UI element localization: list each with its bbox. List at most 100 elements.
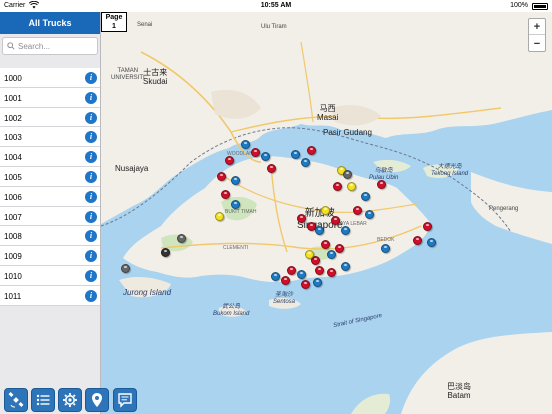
truck-marker[interactable]	[313, 278, 322, 287]
truck-marker[interactable]	[177, 234, 186, 243]
truck-id: 1011	[4, 291, 22, 301]
truck-marker[interactable]	[331, 216, 340, 225]
list-icon	[36, 394, 50, 406]
truck-marker[interactable]	[297, 214, 306, 223]
truck-marker[interactable]	[281, 276, 290, 285]
page-control[interactable]: Page 1	[101, 12, 127, 32]
info-icon[interactable]: i	[85, 230, 97, 243]
map-label-clementi: CLEMENTI	[223, 245, 249, 251]
satellite-button[interactable]	[4, 388, 28, 412]
settings-button[interactable]	[58, 388, 82, 412]
truck-marker[interactable]	[365, 210, 374, 219]
truck-id: 1004	[4, 153, 22, 163]
truck-row[interactable]: 1008 i	[0, 226, 100, 247]
search-icon	[7, 42, 15, 50]
list-button[interactable]	[31, 388, 55, 412]
truck-list[interactable]: 1000 i 1001 i 1002 i 1003 i 1004 i 1005 i 1006 i 1007 i…	[0, 68, 100, 306]
truck-marker[interactable]	[305, 250, 314, 259]
truck-marker[interactable]	[251, 148, 260, 157]
info-icon[interactable]: i	[85, 289, 97, 302]
truck-marker[interactable]	[413, 236, 422, 245]
truck-row[interactable]: 1009 i	[0, 246, 100, 266]
truck-id: 1010	[4, 271, 22, 281]
truck-marker[interactable]	[307, 146, 316, 155]
truck-marker[interactable]	[335, 244, 344, 253]
truck-marker[interactable]	[327, 268, 336, 277]
truck-marker[interactable]	[301, 158, 310, 167]
truck-marker[interactable]	[327, 250, 336, 259]
truck-row[interactable]: 1004 i	[0, 147, 100, 167]
truck-marker[interactable]	[315, 226, 324, 235]
map-view[interactable]: Senai Ulu Tiram TAMAN UNIVERSITI 士古来 Skuda…	[101, 12, 552, 414]
map-label-senai: Senai	[137, 22, 153, 28]
truck-marker[interactable]	[423, 222, 432, 231]
truck-row[interactable]: 1005 i	[0, 167, 100, 187]
truck-marker[interactable]	[347, 182, 356, 191]
info-icon[interactable]: i	[85, 111, 97, 124]
zoom-in-button[interactable]: +	[529, 19, 545, 35]
truck-id: 1009	[4, 252, 22, 262]
info-icon[interactable]: i	[85, 250, 97, 263]
message-icon	[118, 393, 132, 408]
truck-marker[interactable]	[361, 192, 370, 201]
info-icon[interactable]: i	[85, 170, 97, 183]
truck-marker[interactable]	[297, 270, 306, 279]
truck-marker[interactable]	[427, 238, 436, 247]
page-number: 1	[112, 23, 116, 30]
truck-marker[interactable]	[261, 152, 270, 161]
message-button[interactable]	[113, 388, 137, 412]
truck-id: 1003	[4, 133, 22, 143]
search-input[interactable]: Search...	[2, 37, 98, 55]
truck-marker[interactable]	[215, 212, 224, 221]
truck-marker[interactable]	[225, 156, 234, 165]
truck-marker[interactable]	[121, 264, 130, 273]
truck-marker[interactable]	[301, 280, 310, 289]
zoom-out-button[interactable]: −	[529, 36, 545, 52]
info-icon[interactable]: i	[85, 91, 97, 104]
truck-marker[interactable]	[341, 226, 350, 235]
truck-marker[interactable]	[291, 150, 300, 159]
info-icon[interactable]: i	[85, 131, 97, 144]
bottom-toolbar	[0, 384, 552, 414]
map-label-skudai: 士古来 Skudai	[143, 68, 168, 87]
truck-marker[interactable]	[343, 170, 352, 179]
truck-row[interactable]: 1003 i	[0, 127, 100, 148]
info-icon[interactable]: i	[85, 151, 97, 164]
truck-row[interactable]: 1010 i	[0, 266, 100, 286]
truck-marker[interactable]	[321, 206, 330, 215]
truck-marker[interactable]	[271, 272, 280, 281]
info-icon[interactable]: i	[85, 210, 97, 223]
location-pin-icon	[92, 393, 102, 407]
truck-marker[interactable]	[321, 240, 330, 249]
map-label-tekong: 大德光岛 Tekong Island	[431, 164, 469, 177]
truck-marker[interactable]	[287, 266, 296, 275]
truck-marker[interactable]	[315, 266, 324, 275]
truck-row[interactable]: 1000 i	[0, 68, 100, 88]
truck-row[interactable]: 1007 i	[0, 207, 100, 227]
truck-marker[interactable]	[341, 262, 350, 271]
sidebar-title[interactable]: All Trucks	[0, 12, 100, 34]
info-icon[interactable]: i	[85, 269, 97, 282]
truck-row[interactable]: 1001 i	[0, 88, 100, 108]
info-icon[interactable]: i	[85, 190, 97, 203]
truck-marker[interactable]	[381, 244, 390, 253]
truck-row[interactable]: 1006 i	[0, 187, 100, 207]
truck-marker[interactable]	[161, 248, 170, 257]
truck-marker[interactable]	[333, 182, 342, 191]
truck-id: 1008	[4, 232, 22, 242]
truck-marker[interactable]	[221, 190, 230, 199]
truck-marker[interactable]	[377, 180, 386, 189]
truck-marker[interactable]	[231, 176, 240, 185]
truck-marker[interactable]	[241, 140, 250, 149]
truck-marker[interactable]	[231, 200, 240, 209]
satellite-icon	[8, 392, 24, 408]
truck-marker[interactable]	[353, 206, 362, 215]
map-label-bukom: 武公岛 Bukom Island	[213, 304, 250, 317]
truck-row[interactable]: 1002 i	[0, 108, 100, 128]
truck-marker[interactable]	[217, 172, 226, 181]
map-label-sentosa: 圣淘沙 Sentosa	[273, 292, 296, 305]
truck-row[interactable]: 1011 i	[0, 286, 100, 306]
location-button[interactable]	[85, 388, 109, 412]
truck-marker[interactable]	[267, 164, 276, 173]
info-icon[interactable]: i	[85, 72, 97, 84]
